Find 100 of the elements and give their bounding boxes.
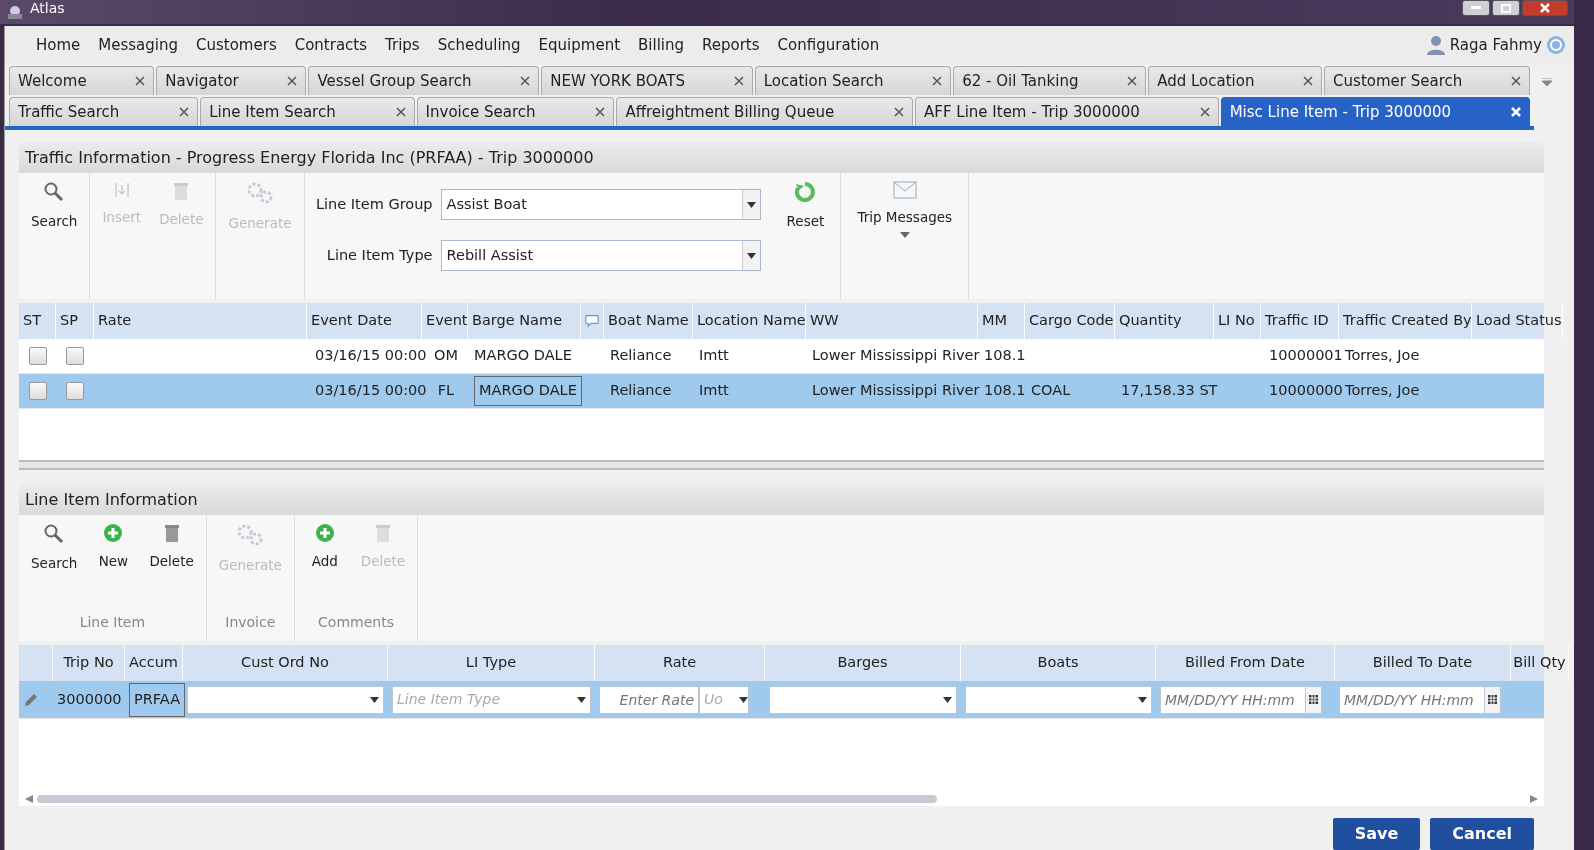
table-cell-text: 03/16/15 00:00 (315, 381, 427, 401)
column-header[interactable]: Quantity (1115, 303, 1214, 340)
tab[interactable]: Navigator (156, 66, 307, 95)
panel-title: Traffic Information - Progress Energy Florida Inc (PRFAA) - Trip 3000000 (19, 142, 1544, 174)
table-cell-text: OM (434, 346, 458, 366)
column-header[interactable]: WW (806, 303, 978, 340)
pencil-icon (23, 691, 39, 708)
menu-item[interactable]: Customers (187, 33, 286, 57)
calendar-icon (1309, 695, 1318, 705)
toolbar-button[interactable]: Add (300, 515, 349, 576)
menu-item[interactable]: Reports (693, 33, 769, 57)
table-cell-text: Reliance (610, 346, 672, 366)
horizontal-scrollbar[interactable] (19, 792, 1544, 806)
table-cell-text: 03/16/15 00:00 (315, 346, 427, 366)
column-header[interactable]: Traffic Created By (1339, 303, 1472, 340)
group-label: Line Item (78, 613, 147, 633)
comment-icon (585, 313, 599, 330)
column-header[interactable]: Traffic ID (1261, 303, 1339, 340)
tab[interactable]: Location Search (754, 66, 952, 95)
table-cell-text: Imtt (699, 346, 729, 366)
tab[interactable]: Customer Search (1324, 66, 1530, 95)
dropdown-field[interactable] (769, 685, 957, 714)
panel-title: Line Item Information (19, 484, 1544, 516)
tab[interactable]: Affreightment Billing Queue (616, 97, 913, 126)
date-field[interactable]: MM/DD/YY HH:mm (1160, 685, 1306, 714)
tab[interactable]: Invoice Search (416, 97, 615, 126)
close-button[interactable] (1522, 0, 1568, 16)
dropdown-field[interactable]: Rebill Assist (440, 240, 761, 272)
checkbox[interactable] (66, 347, 84, 366)
calendar-button[interactable] (1306, 685, 1322, 714)
tab[interactable]: Vessel Group Search (308, 66, 540, 95)
tab[interactable]: NEW YORK BOATS (541, 66, 753, 95)
user-name[interactable]: Raga Fahmy (1449, 33, 1542, 57)
table-row[interactable]: 03/16/15 00:00 FL MARGO DALE Reliance Imtt Lower Mississippi River 108.1 COAL 17,158.33 ST 10000000 Torres, Joe (19, 374, 1544, 410)
toolbar-button[interactable]: Search (25, 173, 84, 236)
menu-item[interactable]: Billing (629, 33, 694, 57)
toolbar-button[interactable]: New (89, 515, 138, 578)
table-cell-text: Reliance (610, 381, 672, 401)
tab[interactable]: Line Item Search (200, 97, 415, 126)
menu-item[interactable]: Contracts (285, 33, 377, 57)
envelope-icon (892, 181, 917, 200)
tab[interactable]: Traffic Search (9, 97, 199, 126)
table-cell: MARGO DALE (474, 376, 582, 407)
insert-icon (112, 181, 131, 200)
column-header[interactable]: Cargo Code (1025, 303, 1115, 340)
menu-item[interactable]: Scheduling (428, 33, 530, 57)
menu-item[interactable]: Equipment (529, 33, 630, 57)
tab[interactable]: 62 - Oil Tanking (953, 66, 1147, 95)
tab[interactable]: AFF Line Item - Trip 3000000 (915, 97, 1219, 126)
table-cell-text: 108.1 (984, 381, 1026, 401)
cancel-button[interactable]: Cancel (1430, 818, 1534, 850)
plus-icon (314, 523, 335, 544)
menu-item[interactable]: Trips (376, 33, 429, 57)
toolbar-button[interactable]: Search (25, 515, 84, 578)
table-cell-text: 10000000 (1269, 381, 1343, 401)
minimize-button[interactable] (1462, 0, 1490, 16)
dropdown-field[interactable]: Assist Boat (440, 189, 761, 221)
table-cell-text: Lower Mississippi River (812, 381, 980, 401)
table-cell-text: COAL (1031, 381, 1071, 401)
toolbar-button[interactable]: Reset (780, 173, 831, 236)
rate-field[interactable]: Enter Rate (599, 685, 699, 714)
column-header[interactable]: MM (978, 303, 1025, 340)
tab[interactable]: Add Location (1148, 66, 1323, 95)
checkbox[interactable] (66, 382, 84, 401)
trash-icon (173, 181, 190, 202)
checkbox[interactable] (29, 382, 47, 401)
menu-item[interactable]: Configuration (768, 33, 889, 57)
tab[interactable]: Misc Line Item - Trip 3000000 (1220, 97, 1530, 126)
scroll-left-icon (25, 795, 33, 804)
calendar-button[interactable] (1485, 685, 1501, 714)
search-icon (43, 523, 66, 546)
table-cell-text: 17,158.33 ST (1121, 381, 1218, 401)
menu-item[interactable]: Messaging (89, 33, 187, 57)
toolbar-button[interactable]: Trip Messages (851, 173, 959, 232)
column-header[interactable]: Boat Name (604, 303, 693, 340)
dropdown-field[interactable] (187, 685, 384, 714)
group-label: Invoice (224, 613, 277, 633)
column-header[interactable]: Event (422, 303, 468, 340)
column-header[interactable]: ST (19, 303, 56, 340)
table-cell-text: Torres, Joe (1345, 381, 1420, 401)
menu-item[interactable]: Home (27, 33, 90, 57)
toolbar-button[interactable]: Delete (143, 515, 200, 578)
table-row[interactable]: 3000000 PRFAA Line Item Type Enter Rate Uo MM/DD/YY HH:mm MM/DD/YY HH:mm (19, 681, 1544, 720)
dropdown-field[interactable] (965, 685, 1152, 714)
column-header[interactable]: Load Status (1472, 303, 1563, 340)
save-button[interactable]: Save (1332, 818, 1421, 850)
date-field[interactable]: MM/DD/YY HH:mm (1339, 685, 1485, 714)
tab[interactable]: Welcome (9, 66, 155, 95)
maximize-button[interactable] (1492, 0, 1520, 16)
column-header[interactable]: Barge Name (468, 303, 581, 340)
column-header[interactable]: Rate (94, 303, 307, 340)
column-header[interactable]: Event Date (307, 303, 422, 340)
table-cell-text: MARGO DALE (474, 346, 572, 366)
trash-icon (375, 523, 391, 544)
column-header[interactable]: Location Name (693, 303, 806, 340)
column-header[interactable]: LI No (1214, 303, 1261, 340)
gears-icon (236, 523, 265, 548)
checkbox[interactable] (29, 347, 47, 366)
column-header[interactable]: SP (56, 303, 94, 340)
scroll-right-icon (1530, 795, 1538, 804)
